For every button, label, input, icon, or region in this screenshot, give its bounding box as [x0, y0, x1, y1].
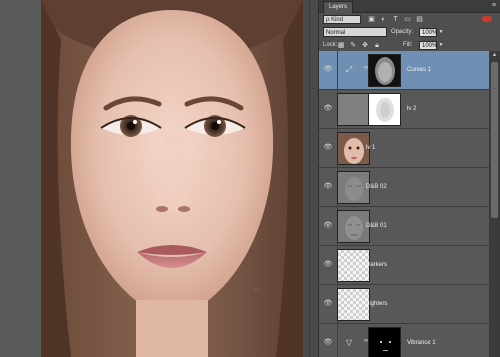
- layers-list: 👁︎ ⤢ ∞ Curves 1 👁︎ lv 2 👁︎ lv 1 👁︎ D&B 0…: [319, 51, 489, 357]
- layer-name[interactable]: Curves 1: [407, 64, 431, 76]
- lock-all-icon[interactable]: 🔒︎: [373, 41, 381, 50]
- layer-row[interactable]: 👁︎ ⤢ ∞ Curves 1: [319, 51, 489, 90]
- smart-object-filter-icon[interactable]: ▤: [415, 15, 424, 24]
- layer-name[interactable]: D&B 02: [366, 181, 387, 193]
- lock-position-icon[interactable]: ✥: [361, 41, 369, 50]
- eye-icon[interactable]: 👁︎: [323, 338, 333, 348]
- eye-icon[interactable]: 👁︎: [323, 143, 333, 153]
- layer-name[interactable]: lv 2: [407, 103, 416, 115]
- eye-icon[interactable]: 👁︎: [323, 260, 333, 270]
- layer-row[interactable]: 👁︎ Lighters: [319, 285, 489, 324]
- scroll-up-icon[interactable]: ▲: [489, 51, 500, 60]
- filter-kind-select[interactable]: ρ Kind: [323, 15, 361, 24]
- eye-icon[interactable]: 👁︎: [323, 65, 333, 75]
- layer-thumbnail: [337, 93, 370, 126]
- layer-mask-thumbnail[interactable]: [368, 327, 401, 357]
- layer-name[interactable]: D&B 01: [366, 220, 387, 232]
- eye-icon[interactable]: 👁︎: [323, 104, 333, 114]
- chevron-down-icon[interactable]: ▼: [438, 41, 444, 50]
- layer-row[interactable]: 👁︎ lv 1: [319, 129, 489, 168]
- lock-image-icon[interactable]: ✎: [349, 41, 357, 50]
- portrait-photo: [41, 0, 303, 357]
- lock-transparent-icon[interactable]: ▦: [337, 41, 345, 50]
- panel-menu-icon[interactable]: ≡: [492, 2, 496, 10]
- layer-row[interactable]: 👁︎ D&B 02: [319, 168, 489, 207]
- layer-name[interactable]: lv 1: [366, 142, 375, 154]
- fill-label: Fill:: [403, 42, 413, 48]
- vibrance-adjustment-icon: ▽: [345, 338, 353, 347]
- filter-toggle[interactable]: [482, 16, 492, 22]
- layer-row[interactable]: 👁︎ ▽ ∞ Vibrance 1: [319, 324, 489, 357]
- opacity-label: Opacity:: [391, 29, 414, 35]
- filter-row: ρ Kind ▣ ◐ T ▭ ▤: [319, 13, 500, 26]
- lock-label: Lock:: [323, 42, 338, 48]
- layers-tab-bar: Layers ≡: [319, 0, 500, 13]
- layer-mask-thumbnail[interactable]: [368, 54, 401, 87]
- adjustment-filter-icon[interactable]: ◐: [379, 15, 388, 24]
- layer-name[interactable]: Lighters: [366, 298, 387, 310]
- layer-row[interactable]: 👁︎ lv 2: [319, 90, 489, 129]
- layer-name[interactable]: Darkers: [366, 259, 387, 271]
- image-filter-icon[interactable]: ▣: [367, 15, 376, 24]
- fill-field[interactable]: 100%: [419, 41, 437, 50]
- canvas-pasteboard: [0, 0, 41, 357]
- eye-icon[interactable]: 👁︎: [323, 299, 333, 309]
- eye-icon[interactable]: 👁︎: [323, 182, 333, 192]
- type-filter-icon[interactable]: T: [391, 15, 400, 24]
- panel-gutter: [303, 0, 318, 357]
- layers-panel: Layers ≡ ρ Kind ▣ ◐ T ▭ ▤ Normal Opacity…: [318, 0, 500, 357]
- tab-layers[interactable]: Layers: [323, 1, 354, 13]
- layer-row[interactable]: 👁︎ Darkers: [319, 246, 489, 285]
- layers-scrollbar[interactable]: ▲: [489, 51, 500, 357]
- curves-adjustment-icon: ⤢: [345, 65, 353, 74]
- layer-row[interactable]: 👁︎ D&B 01: [319, 207, 489, 246]
- chevron-down-icon[interactable]: ▼: [438, 28, 444, 37]
- blend-row: Normal Opacity: 100% ▼: [319, 26, 500, 39]
- opacity-field[interactable]: 100%: [419, 28, 437, 37]
- eye-icon[interactable]: 👁︎: [323, 221, 333, 231]
- layer-name[interactable]: Vibrance 1: [407, 337, 436, 349]
- layer-mask-thumbnail[interactable]: [368, 93, 401, 126]
- blend-mode-select[interactable]: Normal: [323, 27, 387, 37]
- document-canvas-image[interactable]: [41, 0, 303, 357]
- shape-filter-icon[interactable]: ▭: [403, 15, 412, 24]
- scroll-thumb[interactable]: [491, 62, 498, 218]
